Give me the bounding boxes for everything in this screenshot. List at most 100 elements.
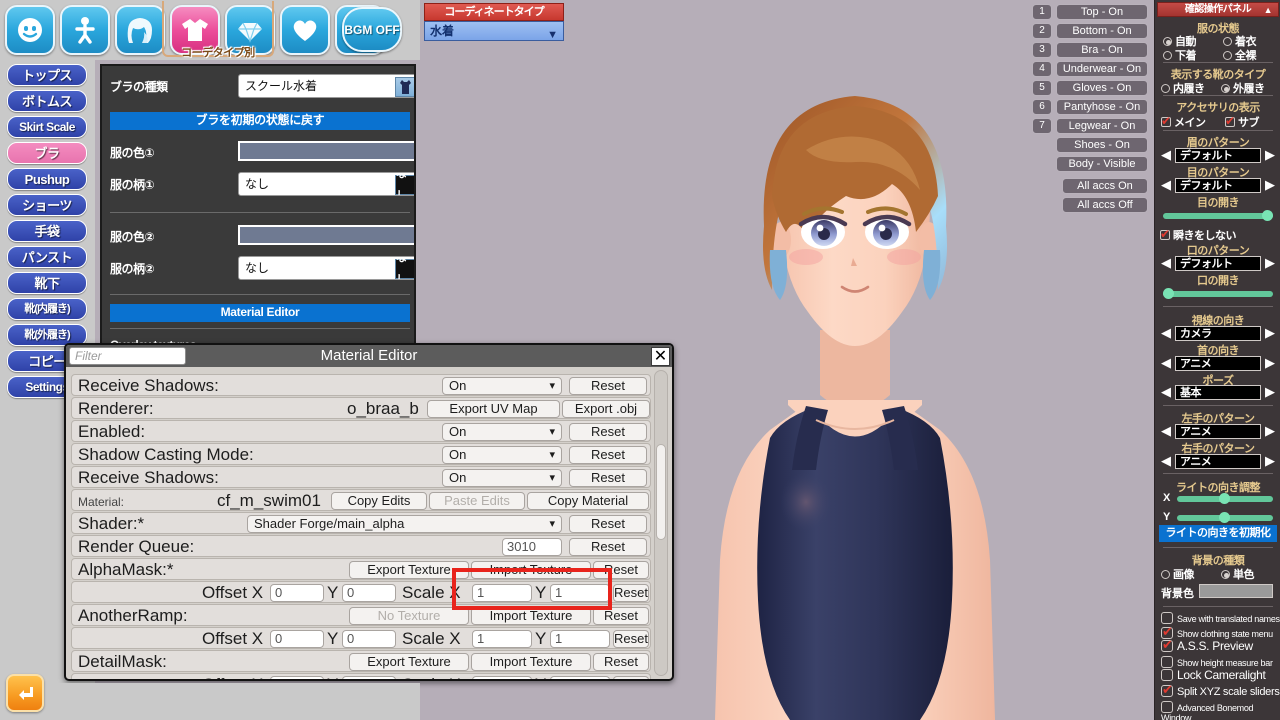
anotherramp-offset-x-input[interactable]: 0 xyxy=(270,630,324,648)
next-arrow-icon[interactable]: ▶ xyxy=(1263,178,1277,194)
prev-arrow-icon[interactable]: ◀ xyxy=(1159,454,1173,470)
option-advanced-bonemod-window[interactable]: Advanced Bonemod Window xyxy=(1161,701,1280,720)
state-num-3[interactable]: 3 xyxy=(1032,42,1052,58)
prev-arrow-icon[interactable]: ◀ xyxy=(1159,385,1173,401)
slider-knob[interactable] xyxy=(1219,493,1230,504)
bra-kind-field[interactable]: スクール水着 xyxy=(238,74,414,98)
option-show-height-measure-bar[interactable]: Show height measure bar xyxy=(1161,656,1273,668)
eye-pattern-value[interactable]: デフォルト xyxy=(1175,178,1261,193)
sidebar-item-bottoms[interactable]: ボトムス xyxy=(7,90,87,112)
receive-shadows-2-reset[interactable]: Reset xyxy=(569,469,647,487)
state-num-2[interactable]: 2 xyxy=(1032,23,1052,39)
state-item-pantyhose[interactable]: Pantyhose - On xyxy=(1056,99,1148,115)
check-accessory-sub[interactable]: サブ xyxy=(1225,114,1260,130)
detailmask-reset[interactable]: Reset xyxy=(593,653,649,671)
prev-arrow-icon[interactable]: ◀ xyxy=(1159,326,1173,342)
anotherramp-scale-x-input[interactable]: 1 xyxy=(472,630,532,648)
material-editor-scrollbar[interactable] xyxy=(654,370,668,676)
background-color-swatch[interactable] xyxy=(1199,584,1273,598)
next-arrow-icon[interactable]: ▶ xyxy=(1263,148,1277,164)
sidebar-item-pushup[interactable]: Pushup xyxy=(7,168,87,190)
radio-nude[interactable]: 全裸 xyxy=(1223,47,1257,63)
sidebar-item-bra[interactable]: ブラ xyxy=(7,142,87,164)
clothing-pattern2-field[interactable]: なし なし xyxy=(238,256,414,280)
detailmask-offsets-reset[interactable]: Reset xyxy=(613,676,649,679)
option-split-xyz-scale-sliders[interactable]: Split XYZ scale sliders xyxy=(1161,682,1280,698)
state-item-bottom[interactable]: Bottom - On xyxy=(1056,23,1148,39)
state-num-4[interactable]: 4 xyxy=(1032,61,1052,77)
next-arrow-icon[interactable]: ▶ xyxy=(1263,326,1277,342)
state-num-5[interactable]: 5 xyxy=(1032,80,1052,96)
shadow-casting-mode-reset[interactable]: Reset xyxy=(569,446,647,464)
prev-arrow-icon[interactable]: ◀ xyxy=(1159,256,1173,272)
state-item-bra[interactable]: Bra - On xyxy=(1056,42,1148,58)
next-arrow-icon[interactable]: ▶ xyxy=(1263,385,1277,401)
bgm-toggle-button[interactable]: BGM OFF xyxy=(342,7,402,52)
render-queue-input[interactable]: 3010 xyxy=(502,538,562,556)
alphamask-offsets-reset[interactable]: Reset xyxy=(613,584,649,602)
gaze-value[interactable]: カメラ xyxy=(1175,326,1261,341)
render-queue-reset[interactable]: Reset xyxy=(569,538,647,556)
alphamask-reset[interactable]: Reset xyxy=(593,561,649,579)
close-icon[interactable]: ✕ xyxy=(651,347,670,366)
next-arrow-icon[interactable]: ▶ xyxy=(1263,256,1277,272)
pose-value[interactable]: 基本 xyxy=(1175,385,1261,400)
radio-bg-image[interactable]: 画像 xyxy=(1161,566,1195,582)
copy-material-button[interactable]: Copy Material xyxy=(527,492,649,510)
left-hand-value[interactable]: アニメ xyxy=(1175,424,1261,439)
state-item-gloves[interactable]: Gloves - On xyxy=(1056,80,1148,96)
alphamask-export-texture-button[interactable]: Export Texture xyxy=(349,561,469,579)
clothing-pattern1-field[interactable]: なし なし xyxy=(238,172,414,196)
state-item-legwear[interactable]: Legwear - On xyxy=(1056,118,1148,134)
body-icon[interactable] xyxy=(60,5,110,55)
option-show-clothing-state-menu[interactable]: Show clothing state menu xyxy=(1161,624,1273,640)
sidebar-item-socks[interactable]: 靴下 xyxy=(7,272,87,294)
export-obj-button[interactable]: Export .obj xyxy=(562,400,650,418)
all-accs-off-button[interactable]: All accs Off xyxy=(1062,197,1148,213)
light-reset-button[interactable]: ライトの向きを初期化 xyxy=(1159,525,1277,542)
face-icon[interactable] xyxy=(5,5,55,55)
detailmask-import-texture-button[interactable]: Import Texture xyxy=(471,653,591,671)
sidebar-item-indoor-shoes[interactable]: 靴(内履き) xyxy=(7,298,87,320)
check-no-blink[interactable]: 瞬きをしない xyxy=(1160,227,1237,243)
option-save-translated-names[interactable]: Save with translated names xyxy=(1161,612,1280,624)
detailmask-export-texture-button[interactable]: Export Texture xyxy=(349,653,469,671)
detailmask-scale-y-input[interactable]: 1 xyxy=(550,676,610,679)
right-hand-value[interactable]: アニメ xyxy=(1175,454,1261,469)
enabled-reset[interactable]: Reset xyxy=(569,423,647,441)
alphamask-scale-x-input[interactable]: 1 xyxy=(472,584,532,602)
alphamask-offset-y-input[interactable]: 0 xyxy=(342,584,396,602)
next-arrow-icon[interactable]: ▶ xyxy=(1263,424,1277,440)
option-lock-cameralight[interactable]: Lock Cameralight xyxy=(1161,668,1266,682)
prev-arrow-icon[interactable]: ◀ xyxy=(1159,356,1173,372)
anotherramp-reset[interactable]: Reset xyxy=(593,607,649,625)
state-num-7[interactable]: 7 xyxy=(1032,118,1052,134)
option-ass-preview[interactable]: A.S.S. Preview xyxy=(1161,637,1253,653)
panel-header[interactable]: 確認操作パネル ▲ xyxy=(1157,2,1279,17)
check-accessory-main[interactable]: メイン xyxy=(1161,114,1206,130)
next-arrow-icon[interactable]: ▶ xyxy=(1263,454,1277,470)
state-item-underwear[interactable]: Underwear - On xyxy=(1056,61,1148,77)
export-uv-map-button[interactable]: Export UV Map xyxy=(427,400,560,418)
clothing-color1-swatch[interactable] xyxy=(238,141,414,161)
anotherramp-offset-y-input[interactable]: 0 xyxy=(342,630,396,648)
coordinate-type-dropdown[interactable]: 水着 ▼ xyxy=(424,21,564,41)
hair-icon[interactable] xyxy=(115,5,165,55)
radio-indoor-shoes[interactable]: 内履き xyxy=(1161,80,1205,96)
state-item-top[interactable]: Top - On xyxy=(1056,4,1148,20)
receive-shadows-reset[interactable]: Reset xyxy=(569,377,647,395)
enabled-dropdown[interactable]: On ▾ xyxy=(442,423,562,441)
alphamask-import-texture-button[interactable]: Import Texture xyxy=(471,561,591,579)
sidebar-item-skirt-scale[interactable]: Skirt Scale xyxy=(7,116,87,138)
state-item-shoes[interactable]: Shoes - On xyxy=(1056,137,1148,153)
slider-knob[interactable] xyxy=(1219,512,1230,523)
mouth-open-slider[interactable] xyxy=(1163,288,1273,299)
sidebar-item-gloves[interactable]: 手袋 xyxy=(7,220,87,242)
radio-bg-solid[interactable]: 単色 xyxy=(1221,566,1255,582)
prev-arrow-icon[interactable]: ◀ xyxy=(1159,148,1173,164)
state-item-body[interactable]: Body - Visible xyxy=(1056,156,1148,172)
material-editor-button[interactable]: Material Editor xyxy=(110,304,410,322)
light-y-slider[interactable] xyxy=(1177,512,1273,523)
scrollbar-thumb[interactable] xyxy=(656,444,666,540)
return-button[interactable] xyxy=(6,674,44,712)
